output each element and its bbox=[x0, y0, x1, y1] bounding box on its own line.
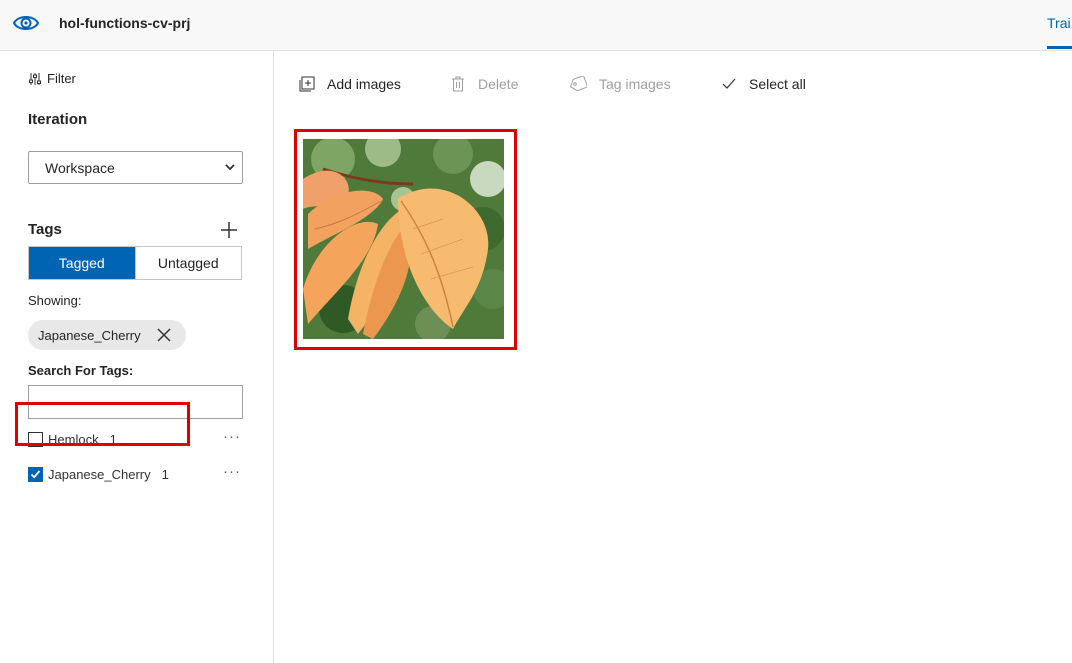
delete-label: Delete bbox=[478, 76, 519, 92]
checkmark-icon bbox=[722, 78, 736, 89]
tag-count: 1 bbox=[161, 466, 169, 482]
delete-button[interactable]: Delete bbox=[450, 76, 518, 92]
iteration-selected-value: Workspace bbox=[45, 159, 115, 176]
search-tags-label: Search For Tags: bbox=[28, 363, 134, 378]
tags-heading: Tags bbox=[28, 221, 62, 238]
tagged-option[interactable]: Tagged bbox=[29, 247, 135, 279]
active-filter-chip: Japanese_Cherry bbox=[28, 320, 186, 350]
annotation-highlight-box bbox=[15, 402, 190, 446]
sidebar: Filter Iteration Workspace Tags Tagged U… bbox=[0, 51, 274, 663]
tag-checkbox[interactable] bbox=[28, 466, 43, 482]
filter-button[interactable]: Filter bbox=[28, 71, 76, 86]
more-options-icon[interactable]: ··· bbox=[223, 463, 241, 480]
add-images-button[interactable]: Add images bbox=[299, 76, 401, 92]
top-header: hol-functions-cv-prj Trai bbox=[0, 0, 1072, 51]
tag-images-label: Tag images bbox=[599, 76, 671, 92]
select-all-label: Select all bbox=[749, 76, 806, 92]
image-thumbnail[interactable] bbox=[303, 139, 504, 339]
filter-icon bbox=[29, 72, 41, 85]
select-all-button[interactable]: Select all bbox=[721, 76, 806, 92]
active-tab-indicator bbox=[1047, 46, 1072, 49]
cherry-leaves-photo bbox=[303, 139, 504, 339]
iteration-dropdown[interactable]: Workspace bbox=[28, 151, 243, 184]
showing-label: Showing: bbox=[28, 293, 82, 308]
project-title: hol-functions-cv-prj bbox=[59, 15, 191, 31]
eye-icon[interactable] bbox=[12, 11, 40, 35]
tag-images-button[interactable]: Tag images bbox=[569, 76, 671, 92]
close-icon[interactable] bbox=[156, 327, 172, 343]
iteration-heading: Iteration bbox=[28, 111, 88, 128]
tab-training-images[interactable]: Trai bbox=[1047, 15, 1071, 31]
add-image-icon bbox=[299, 76, 315, 92]
tag-icon bbox=[569, 76, 587, 92]
chip-label: Japanese_Cherry bbox=[38, 327, 141, 343]
filter-label: Filter bbox=[47, 71, 76, 86]
add-images-label: Add images bbox=[327, 76, 401, 92]
tagged-filter-toggle: Tagged Untagged bbox=[28, 246, 242, 280]
add-tag-icon[interactable] bbox=[220, 221, 238, 239]
untagged-option[interactable]: Untagged bbox=[134, 247, 241, 279]
tag-item-japanese-cherry: Japanese_Cherry 1 ··· bbox=[28, 463, 243, 485]
image-toolbar: Add images Delete Tag images Select all bbox=[274, 51, 1072, 121]
more-options-icon[interactable]: ··· bbox=[223, 428, 241, 445]
trash-icon bbox=[452, 76, 464, 92]
checkmark-icon bbox=[30, 469, 41, 479]
chevron-down-icon bbox=[225, 164, 235, 171]
tag-name: Japanese_Cherry bbox=[48, 466, 151, 482]
